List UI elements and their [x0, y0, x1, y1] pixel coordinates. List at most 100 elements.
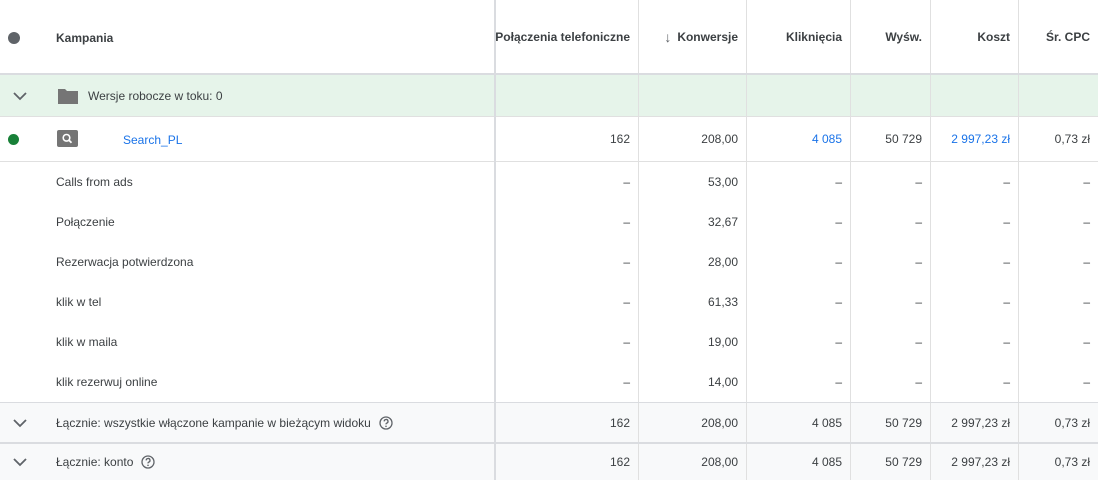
column-header-campaign[interactable]: Kampania [56, 0, 113, 75]
conversion-conversions: 19,00 [638, 322, 746, 362]
total-row-account: Łącznie: konto 162 208,00 4 085 50 729 2… [0, 443, 1098, 480]
campaign-cost: 2 997,23 zł [930, 117, 1018, 161]
campaign-link[interactable]: Search_PL [123, 117, 182, 162]
drafts-cell [850, 75, 930, 116]
conversion-cost: – [930, 202, 1018, 242]
column-header-avg-cpc[interactable]: Śr. CPC [1018, 0, 1098, 73]
conversion-avg-cpc: – [1018, 322, 1098, 362]
total-calls: 162 [609, 455, 630, 469]
conversion-conversions: 14,00 [638, 362, 746, 402]
campaign-status-dot [8, 134, 19, 145]
conversion-row: klik w maila – 19,00 – – – – [0, 322, 1098, 362]
conversion-cost: – [930, 322, 1018, 362]
conversion-clicks: – [746, 242, 850, 282]
column-header-conversions-label: Konwersje [677, 29, 738, 44]
conversion-clicks: – [746, 282, 850, 322]
conversion-cost: – [930, 362, 1018, 402]
conversion-name: Rezerwacja potwierdzona [56, 255, 194, 269]
total-avg-cpc: 0,73 zł [1018, 403, 1098, 442]
status-filter-dot[interactable] [8, 32, 20, 44]
conversion-conversions: 28,00 [638, 242, 746, 282]
drafts-row: Wersje robocze w toku: 0 [0, 75, 1098, 117]
conversion-avg-cpc: – [1018, 202, 1098, 242]
search-campaign-icon [57, 130, 78, 147]
conversion-cost: – [930, 162, 1018, 202]
conversion-name: klik w maila [56, 335, 118, 349]
conversion-impressions: – [850, 162, 930, 202]
conversion-impressions: – [850, 202, 930, 242]
conversion-clicks: – [746, 322, 850, 362]
conversion-impressions: – [850, 242, 930, 282]
conversion-row: klik w tel – 61,33 – – – – [0, 282, 1098, 322]
conversion-avg-cpc: – [1018, 242, 1098, 282]
help-icon[interactable] [379, 415, 393, 430]
conversion-calls: – [623, 375, 630, 389]
conversion-cost: – [930, 242, 1018, 282]
conversion-clicks: – [746, 202, 850, 242]
column-header-clicks-label: Kliknięcia [785, 29, 842, 44]
conversion-impressions: – [850, 322, 930, 362]
chevron-down-icon[interactable] [12, 88, 28, 104]
column-header-conversions[interactable]: ↓ Konwersje [638, 0, 746, 73]
campaign-calls: 162 [609, 132, 630, 146]
conversion-row: Połączenie – 32,67 – – – – [0, 202, 1098, 242]
campaign-cost-link[interactable]: 2 997,23 zł [951, 132, 1010, 146]
total-cost: 2 997,23 zł [930, 444, 1018, 480]
conversion-name: Połączenie [56, 215, 115, 229]
total-label-text: Łącznie: wszystkie włączone kampanie w b… [56, 415, 371, 430]
total-label-text: Łącznie: konto [56, 455, 134, 469]
campaign-conversions: 208,00 [638, 117, 746, 161]
total-calls: 162 [609, 415, 630, 430]
conversion-row: Calls from ads – 53,00 – – – – [0, 162, 1098, 202]
conversion-name: klik w tel [56, 295, 102, 309]
drafts-cell [638, 75, 746, 116]
conversion-row: Rezerwacja potwierdzona – 28,00 – – – – [0, 242, 1098, 282]
conversion-name: Calls from ads [56, 175, 133, 189]
total-label: Łącznie: wszystkie włączone kampanie w b… [56, 403, 393, 442]
total-row-current-view: Łącznie: wszystkie włączone kampanie w b… [0, 402, 1098, 443]
column-header-impressions[interactable]: Wyśw. [850, 0, 930, 73]
total-conversions: 208,00 [638, 444, 746, 480]
campaign-avg-cpc: 0,73 zł [1018, 117, 1098, 161]
campaign-clicks: 4 085 [746, 117, 850, 161]
column-header-impressions-label: Wyśw. [885, 29, 922, 44]
total-label: Łącznie: konto [56, 444, 156, 480]
frozen-column-divider [494, 0, 496, 480]
drafts-cell [930, 75, 1018, 116]
conversion-conversions: 53,00 [638, 162, 746, 202]
conversion-avg-cpc: – [1018, 282, 1098, 322]
conversion-calls: – [623, 335, 630, 349]
table-header: Kampania Połączenia telefoniczne ↓ Konwe… [0, 0, 1098, 75]
total-conversions: 208,00 [638, 403, 746, 442]
drafts-cell [746, 75, 850, 116]
conversion-calls: – [623, 255, 630, 269]
conversion-conversions: 32,67 [638, 202, 746, 242]
conversion-name: klik rezerwuj online [56, 375, 158, 389]
column-header-calls[interactable]: Połączenia telefoniczne [495, 0, 638, 73]
conversion-calls: – [623, 215, 630, 229]
conversion-clicks: – [746, 162, 850, 202]
conversion-cost: – [930, 282, 1018, 322]
conversion-impressions: – [850, 362, 930, 402]
total-impressions: 50 729 [850, 444, 930, 480]
column-header-cost[interactable]: Koszt [930, 0, 1018, 73]
chevron-down-icon[interactable] [12, 454, 28, 470]
conversion-calls: – [623, 175, 630, 189]
total-avg-cpc: 0,73 zł [1018, 444, 1098, 480]
column-header-calls-label: Połączenia telefoniczne [495, 29, 630, 44]
conversion-avg-cpc: – [1018, 362, 1098, 402]
campaign-impressions: 50 729 [850, 117, 930, 161]
total-clicks: 4 085 [746, 444, 850, 480]
campaign-clicks-link[interactable]: 4 085 [812, 132, 842, 146]
campaign-row: Search_PL 162 208,00 4 085 50 729 2 997,… [0, 117, 1098, 162]
column-header-cost-label: Koszt [977, 29, 1010, 44]
total-clicks: 4 085 [746, 403, 850, 442]
help-icon[interactable] [141, 455, 156, 469]
drafts-label: Wersje robocze w toku: 0 [88, 89, 223, 103]
column-header-clicks[interactable]: Kliknięcia [746, 0, 850, 73]
chevron-down-icon[interactable] [12, 415, 28, 431]
conversion-row: klik rezerwuj online – 14,00 – – – – [0, 362, 1098, 402]
conversion-avg-cpc: – [1018, 162, 1098, 202]
sort-descending-icon: ↓ [664, 28, 672, 45]
folder-icon [58, 89, 78, 104]
